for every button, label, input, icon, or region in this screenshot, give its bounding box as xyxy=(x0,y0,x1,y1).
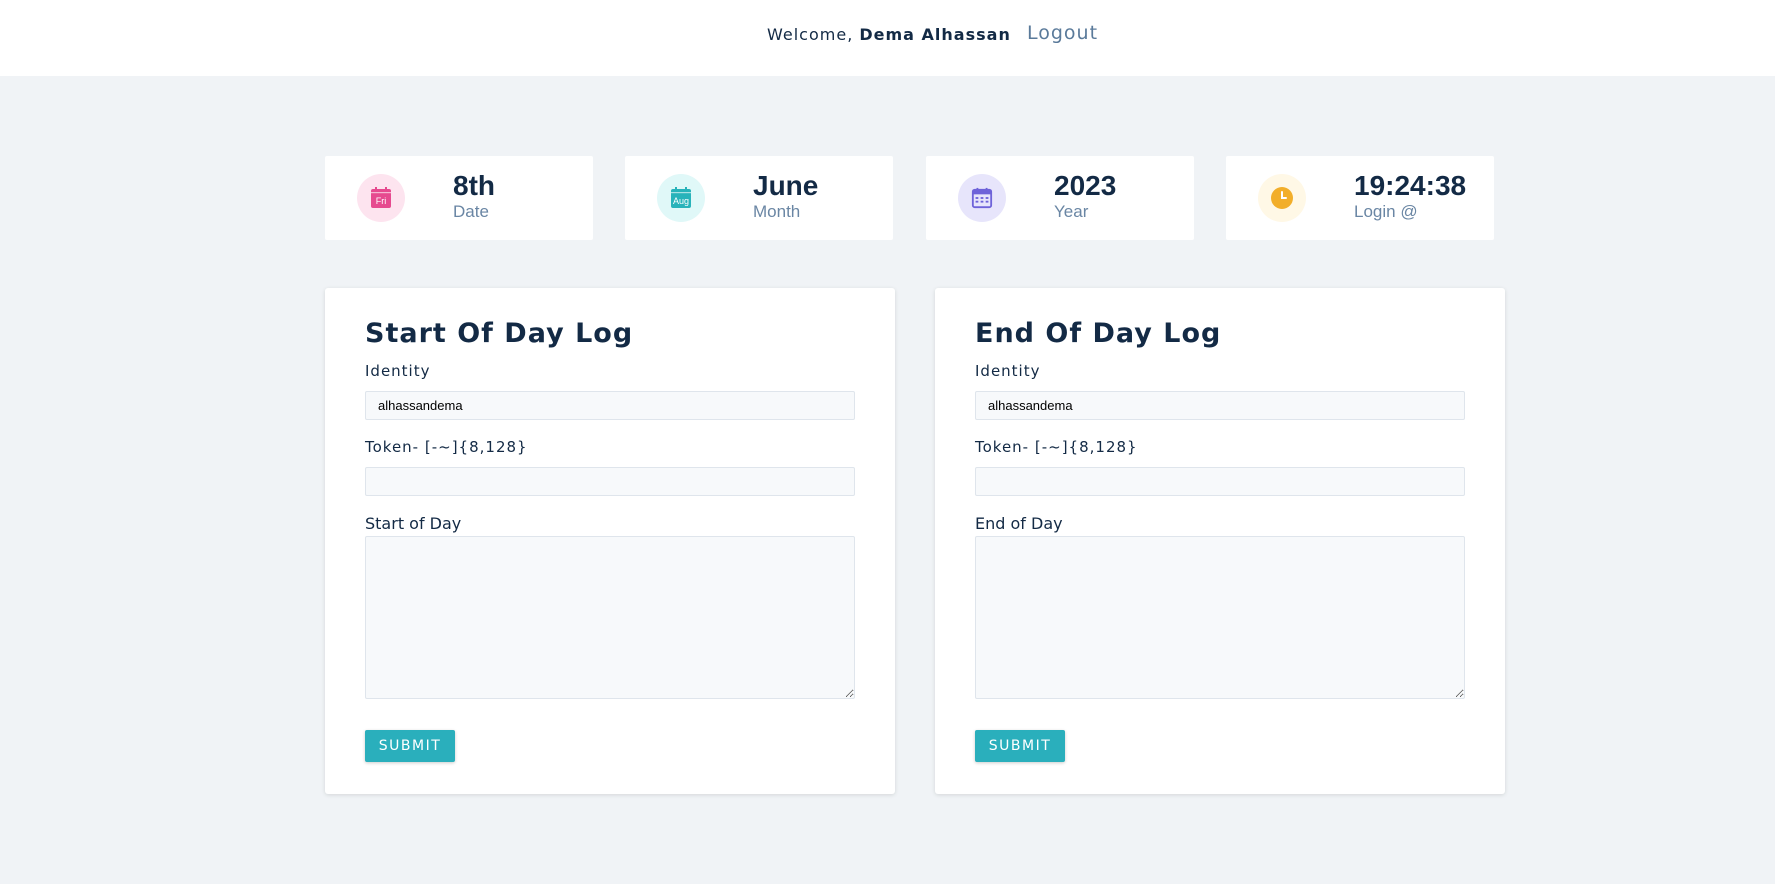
stat-card-date: Fri 8th Date xyxy=(325,156,593,240)
end-of-day-card: End Of Day Log Identity Token- [-~]{8,12… xyxy=(935,288,1505,794)
start-identity-label: Identity xyxy=(365,362,431,380)
user-name: Dema Alhassan xyxy=(859,25,1011,44)
year-label: Year xyxy=(1054,202,1089,221)
end-identity-input[interactable] xyxy=(975,391,1465,420)
end-notes-label: End of Day xyxy=(975,514,1063,533)
logout-link[interactable]: Logout xyxy=(1027,22,1098,44)
end-submit-button[interactable]: SUBMIT xyxy=(975,730,1065,762)
clock-icon xyxy=(1258,174,1306,222)
end-log-title: End Of Day Log xyxy=(975,318,1222,349)
end-token-label: Token- [-~]{8,128} xyxy=(975,438,1138,456)
calendar-fri-icon: Fri xyxy=(357,174,405,222)
end-notes-textarea[interactable] xyxy=(975,536,1465,699)
start-token-input[interactable] xyxy=(365,467,855,496)
stat-card-month: Aug June Month xyxy=(625,156,893,240)
login-time-value: 19:24:38 xyxy=(1354,170,1467,201)
svg-text:Aug: Aug xyxy=(673,196,689,206)
welcome-message: Welcome, Dema Alhassan xyxy=(767,25,1011,44)
date-label: Date xyxy=(453,202,489,221)
start-identity-input[interactable] xyxy=(365,391,855,420)
date-value: 8th xyxy=(453,170,495,201)
month-label: Month xyxy=(753,202,801,221)
start-notes-label: Start of Day xyxy=(365,514,462,533)
stat-card-year: 2023 Year xyxy=(926,156,1194,240)
stat-card-login: 19:24:38 Login @ xyxy=(1226,156,1494,240)
year-value: 2023 xyxy=(1054,170,1117,201)
start-log-title: Start Of Day Log xyxy=(365,318,634,349)
login-time-label: Login @ xyxy=(1354,202,1418,221)
start-notes-textarea[interactable] xyxy=(365,536,855,699)
start-of-day-card: Start Of Day Log Identity Token- [-~]{8,… xyxy=(325,288,895,794)
start-token-label: Token- [-~]{8,128} xyxy=(365,438,528,456)
calendar-aug-icon: Aug xyxy=(657,174,705,222)
welcome-prefix: Welcome, xyxy=(767,25,854,44)
end-identity-label: Identity xyxy=(975,362,1041,380)
calendar-grid-icon xyxy=(958,174,1006,222)
end-token-input[interactable] xyxy=(975,467,1465,496)
top-nav: Welcome, Dema Alhassan Logout xyxy=(0,0,1775,76)
start-submit-button[interactable]: SUBMIT xyxy=(365,730,455,762)
month-value: June xyxy=(753,170,819,201)
svg-text:Fri: Fri xyxy=(376,196,387,206)
